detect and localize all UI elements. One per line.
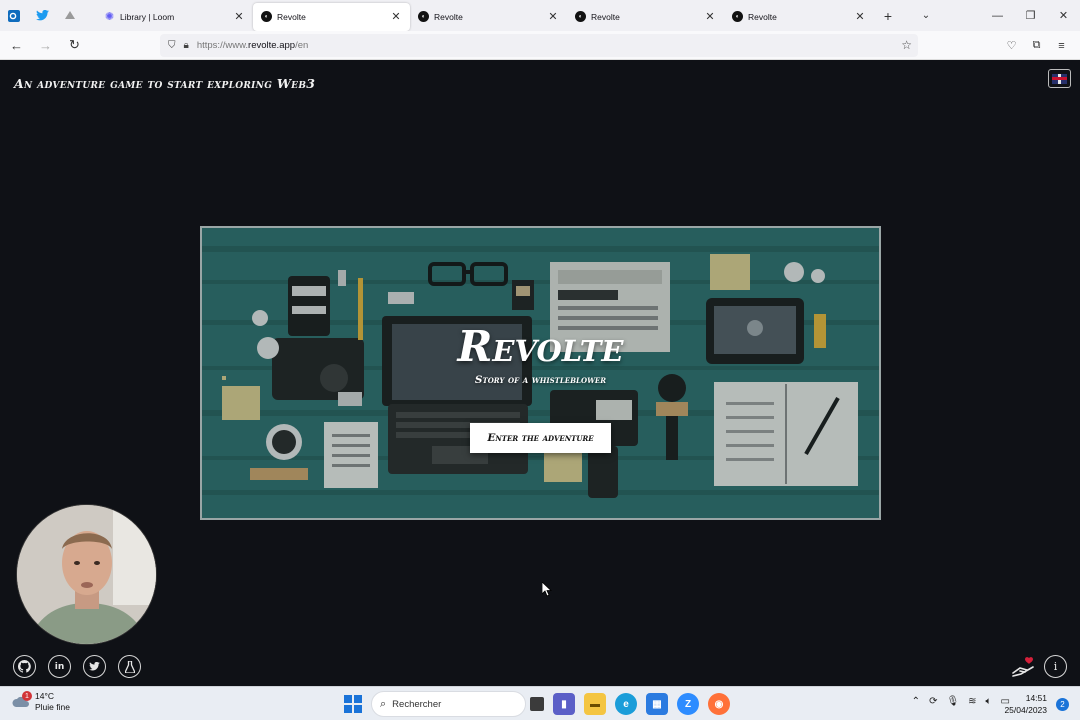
revolte-icon: ◐ — [418, 11, 429, 22]
tab-revolte[interactable]: ◐ Revolte ✕ — [724, 3, 874, 31]
shield-icon[interactable]: ⛉ — [168, 40, 176, 51]
system-tray: ⌃ ⟳ 🎙︎ ≋ 🔈︎ ▭ — [912, 696, 1010, 707]
close-icon[interactable]: ✕ — [547, 10, 559, 23]
windows-start-button[interactable] — [344, 695, 362, 713]
taskbar-search[interactable]: ⌕ Rechercher — [371, 691, 526, 717]
url-prefix: https://www. — [196, 40, 249, 51]
flask-icon[interactable] — [118, 655, 141, 678]
tab-title: Revolte — [277, 11, 306, 22]
back-arrow-icon[interactable]: ← — [4, 33, 29, 58]
pinned-tab-app[interactable] — [56, 0, 84, 31]
revolte-icon: ◐ — [732, 11, 743, 22]
tab-library-loom[interactable]: ✺ Library | Loom ✕ — [96, 3, 253, 31]
tab-revolte[interactable]: ◐ Revolte ✕ — [410, 3, 567, 31]
wifi-icon[interactable]: ≋ — [968, 696, 976, 707]
weather-alert-badge: 1 — [22, 691, 32, 701]
close-icon[interactable]: ✕ — [704, 10, 716, 23]
site-tagline: An adventure game to start exploring Web… — [14, 76, 316, 91]
edge-browser-icon[interactable]: e — [615, 693, 637, 715]
file-explorer-icon[interactable]: ▬ — [584, 693, 606, 715]
list-tabs-chevron-icon[interactable]: ⌄ — [912, 10, 940, 21]
hero-desk-illustration — [202, 228, 879, 518]
tab-revolte[interactable]: ◐ Revolte ✕ — [567, 3, 724, 31]
url-path: /en — [295, 40, 309, 51]
clock-date: 25/04/2023 — [1004, 705, 1047, 715]
hero-title: Revolte — [457, 322, 624, 371]
task-view-icon[interactable] — [530, 697, 544, 711]
tab-title: Revolte — [748, 11, 777, 22]
notification-badge[interactable]: 2 — [1056, 698, 1069, 711]
hand-heart-icon[interactable] — [1012, 656, 1036, 678]
os-taskbar: 1 14°C Pluie fine ⌕ Rechercher ▮ ▬ e ▦ Z… — [0, 686, 1080, 720]
tab-title: Revolte — [591, 11, 620, 22]
extensions-icon[interactable]: ⧉ — [1024, 34, 1049, 57]
search-placeholder: Rechercher — [392, 698, 442, 710]
browser-tab-bar: ✺ Library | Loom ✕ ◐ Revolte ✕ ◐ Revolte… — [0, 0, 1080, 31]
webcam-overlay — [16, 504, 157, 645]
weather-desc: Pluie fine — [35, 702, 70, 712]
revolte-icon: ◐ — [575, 11, 586, 22]
weather-widget[interactable]: 1 14°C Pluie fine — [12, 691, 70, 713]
window-close-icon[interactable]: ✕ — [1047, 0, 1080, 31]
firefox-icon[interactable]: ◉ — [708, 693, 730, 715]
twitter-icon[interactable] — [83, 655, 106, 678]
lock-icon[interactable]: 🔒︎ — [184, 40, 189, 51]
uk-flag-icon — [1052, 73, 1067, 84]
bird-app-icon — [65, 11, 75, 19]
tab-title: Library | Loom — [120, 11, 175, 22]
pinned-tab-twitter[interactable] — [28, 0, 56, 31]
tray-chevron-up-icon[interactable]: ⌃ — [912, 696, 920, 707]
twitter-icon — [35, 10, 49, 21]
close-icon[interactable]: ✕ — [390, 10, 402, 23]
window-controls: — ❐ ✕ — [981, 0, 1080, 31]
minimize-icon[interactable]: — — [981, 0, 1014, 31]
hero-banner: Revolte Story of a whistleblower Enter t… — [200, 226, 881, 520]
new-tab-button[interactable]: + — [874, 8, 902, 24]
mouse-cursor-icon — [542, 582, 552, 597]
tab-revolte-active[interactable]: ◐ Revolte ✕ — [253, 2, 410, 31]
revolte-icon: ◐ — [261, 11, 272, 22]
outlook-icon — [8, 9, 20, 22]
close-icon[interactable]: ✕ — [233, 10, 245, 23]
tab-title: Revolte — [434, 11, 463, 22]
pocket-icon[interactable]: ♡ — [999, 34, 1024, 57]
forward-arrow-icon[interactable]: → — [33, 33, 58, 58]
zoom-icon[interactable]: Z — [677, 693, 699, 715]
url-host: revolte.app — [248, 40, 296, 51]
microphone-icon[interactable]: 🎙︎ — [946, 696, 959, 707]
volume-icon[interactable]: 🔈︎ — [986, 696, 992, 707]
language-switch-button[interactable] — [1048, 69, 1071, 88]
restore-icon[interactable]: ❐ — [1014, 0, 1047, 31]
url-bar[interactable]: ⛉ 🔒︎ https://www. revolte.app/en ☆ — [160, 34, 918, 57]
loom-icon: ✺ — [104, 11, 115, 23]
github-icon[interactable] — [13, 655, 36, 678]
bookmark-star-icon[interactable]: ☆ — [901, 38, 912, 52]
hero-subtitle: Story of a whistleblower — [474, 374, 607, 386]
info-icon[interactable]: i — [1044, 655, 1067, 678]
browser-nav-bar: ← → ↻ ⛉ 🔒︎ https://www. revolte.app/en ☆ … — [0, 31, 1080, 60]
ms-store-icon[interactable]: ▦ — [646, 693, 668, 715]
menu-hamburger-icon[interactable]: ≡ — [1049, 34, 1074, 57]
sync-icon[interactable]: ⟳ — [929, 696, 937, 707]
toolbar-right: ♡ ⧉ ≡ — [999, 34, 1074, 57]
search-icon: ⌕ — [380, 697, 387, 710]
teams-chat-icon[interactable]: ▮ — [553, 693, 575, 715]
reload-icon[interactable]: ↻ — [62, 33, 87, 58]
presenter-avatar — [17, 505, 156, 644]
close-icon[interactable]: ✕ — [854, 10, 866, 23]
clock-time: 14:51 — [1025, 693, 1047, 703]
taskbar-apps: ▮ ▬ e ▦ Z ◉ — [530, 693, 730, 715]
pinned-tab-outlook[interactable] — [0, 0, 28, 31]
enter-adventure-button[interactable]: Enter the adventure — [470, 423, 611, 453]
taskbar-clock[interactable]: 14:51 25/04/2023 — [1004, 692, 1047, 716]
weather-cloud-icon: 1 — [12, 691, 32, 711]
weather-temp: 14°C — [35, 691, 54, 701]
page-content: An adventure game to start exploring Web… — [0, 60, 1080, 686]
social-links: in — [13, 655, 141, 678]
linkedin-icon[interactable]: in — [48, 655, 71, 678]
